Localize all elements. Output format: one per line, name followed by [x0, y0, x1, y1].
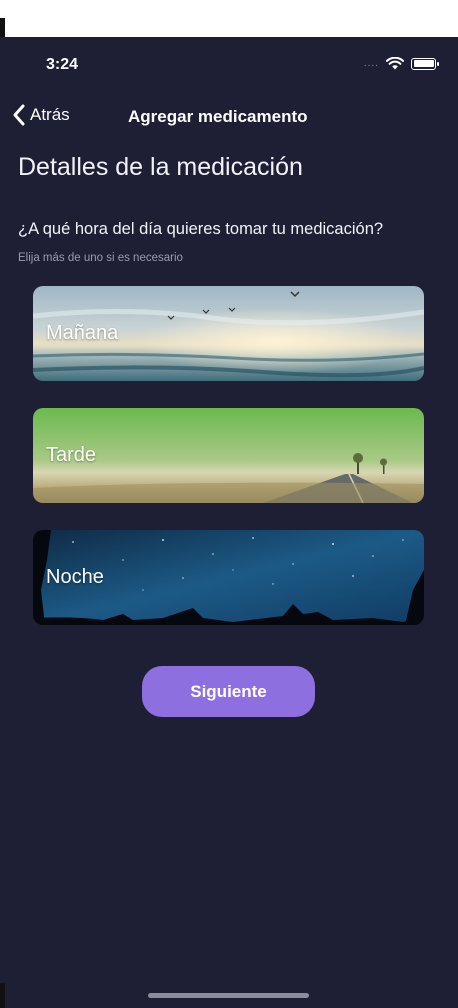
time-question: ¿A qué hora del día quieres tomar tu med… — [18, 220, 384, 238]
option-card-afternoon[interactable]: Tarde — [33, 408, 424, 503]
status-bar: 3:24 .... — [0, 37, 458, 93]
option-label-morning: Mañana — [46, 322, 119, 344]
selection-hint: Elija más de uno si es necesario — [18, 252, 183, 264]
navigation-bar: Atrás Agregar medicamento — [0, 101, 458, 133]
top-white-strip — [0, 0, 458, 37]
corner-mark — [0, 983, 5, 1008]
back-button[interactable]: Atrás — [12, 104, 70, 126]
home-indicator[interactable] — [148, 993, 309, 998]
status-time: 3:24 — [46, 56, 79, 73]
app-screen: 3:24 .... Atrás Agregar medicamento Deta… — [0, 37, 458, 1008]
option-card-morning[interactable]: Mañana — [33, 286, 424, 381]
nav-title: Agregar medicamento — [128, 107, 308, 126]
corner-mark — [0, 18, 5, 38]
next-button[interactable]: Siguiente — [142, 666, 315, 717]
option-card-night[interactable]: Noche — [33, 530, 424, 625]
signal-dots-icon: .... — [363, 58, 379, 69]
wifi-icon — [386, 57, 404, 70]
option-label-night: Noche — [46, 566, 104, 588]
option-label-afternoon: Tarde — [46, 444, 97, 466]
battery-icon — [411, 57, 439, 70]
chevron-left-icon — [13, 104, 25, 126]
page-heading: Detalles de la medicación — [18, 153, 303, 181]
status-icons: .... — [363, 57, 439, 70]
back-label: Atrás — [30, 105, 70, 124]
